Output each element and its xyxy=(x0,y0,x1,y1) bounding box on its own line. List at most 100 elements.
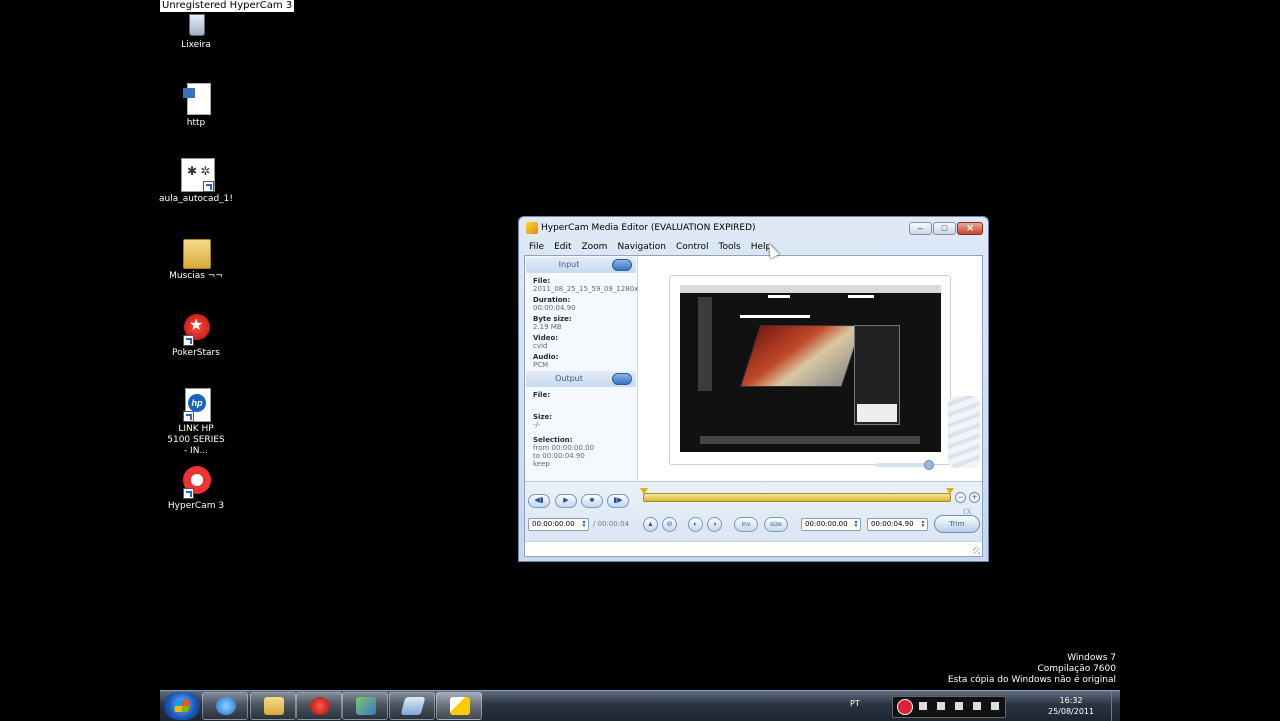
desktop-icon-label: LINK HP 5100 SERIES - IN... xyxy=(167,424,225,456)
taskbar-hypercam-editor[interactable] xyxy=(436,692,482,720)
trim-label: Trim xyxy=(949,520,965,528)
desktop-icon-http[interactable]: http xyxy=(158,82,234,129)
close-button[interactable]: ✕ xyxy=(957,222,983,235)
menu-control[interactable]: Control xyxy=(671,239,714,255)
network-icon xyxy=(356,697,376,715)
stop-icon: ■ xyxy=(589,497,595,504)
pause-icon[interactable] xyxy=(919,702,927,710)
preview-volume-slider[interactable] xyxy=(876,460,934,470)
selection-end-marker[interactable] xyxy=(946,488,954,494)
go-up-button[interactable]: ▲ xyxy=(643,517,658,532)
maximize-button[interactable]: □ xyxy=(933,222,956,235)
info-panel: Input File: 2011_08_25_15_59_09_1280x9 Du… xyxy=(525,256,643,481)
window-app-icon xyxy=(400,697,426,715)
system-clock[interactable]: 16:32 25/08/2011 xyxy=(1048,695,1094,717)
resize-grip[interactable] xyxy=(973,547,980,554)
window-title: HyperCam Media Editor (EVALUATION EXPIRE… xyxy=(541,223,756,233)
start-button[interactable] xyxy=(164,692,200,720)
open-input-button[interactable] xyxy=(612,259,632,271)
pokerstars-icon: ★ xyxy=(179,312,213,346)
plus-icon: + xyxy=(971,492,978,502)
stop-button[interactable]: ■ xyxy=(581,494,603,508)
output-section-header: Output xyxy=(526,371,636,387)
menu-zoom[interactable]: Zoom xyxy=(577,239,613,255)
invert-selection-button[interactable]: inv xyxy=(734,517,758,532)
stop-icon[interactable] xyxy=(937,702,945,710)
folder-icon xyxy=(264,697,284,715)
desktop-icon-label: aula_autocad_1! xyxy=(159,194,233,204)
taskbar-pokerstars[interactable] xyxy=(296,692,342,720)
taskbar-network[interactable] xyxy=(342,692,388,720)
size-button[interactable]: size xyxy=(764,517,788,532)
maximize-icon: □ xyxy=(941,223,948,233)
clear-button[interactable]: ⊘ xyxy=(662,517,677,532)
windows-activation-notice: Windows 7 Compilação 7600 Esta cópia do … xyxy=(947,653,1116,685)
hypercam-watermark: Unregistered HyperCam 3 xyxy=(160,0,295,12)
desktop-icon-aula-autocad[interactable]: ✱ ✲ aula_autocad_1! xyxy=(158,158,234,205)
minimize-button[interactable]: – xyxy=(909,222,932,235)
total-duration: / 00:00:04 xyxy=(593,520,630,528)
folder-icon xyxy=(179,235,213,269)
desktop-icon-label: HyperCam 3 xyxy=(167,501,225,511)
desktop-icon-recycle-bin[interactable]: Lixeira xyxy=(158,12,234,51)
desktop-icon-hypercam[interactable]: HyperCam 3 xyxy=(158,465,234,512)
desktop-icon-label: Lixeira xyxy=(181,40,211,50)
prev-frame-button[interactable]: ◀▮ xyxy=(528,494,550,508)
output-header-label: Output xyxy=(555,374,583,383)
selection-start-field[interactable]: 00:00:00.00 ▲ ▼ xyxy=(801,518,861,531)
internet-explorer-icon xyxy=(216,697,236,715)
input-video-field: Video: cvid xyxy=(533,334,559,350)
input-section-header: Input xyxy=(526,257,636,273)
input-audio-field: Audio: PCM xyxy=(533,353,559,369)
selection-end-field[interactable]: 00:00:04.90 ▲ ▼ xyxy=(867,518,928,531)
status-bar xyxy=(525,541,982,556)
window-icon[interactable] xyxy=(991,702,999,710)
preview-area xyxy=(638,256,982,481)
position-time-field[interactable]: 00:00:00.00 ▲ ▼ xyxy=(528,518,589,531)
taskbar-app[interactable] xyxy=(389,692,435,720)
region-icon[interactable] xyxy=(955,702,963,710)
desktop-icon-label: Muscias ¬¬ xyxy=(169,271,223,281)
menu-navigation[interactable]: Navigation xyxy=(612,239,671,255)
media-editor-window: HyperCam Media Editor (EVALUATION EXPIRE… xyxy=(518,216,989,562)
next-frame-button[interactable]: ▮▶ xyxy=(607,494,629,508)
zoom-in-button[interactable]: + xyxy=(969,492,980,503)
title-bar[interactable]: HyperCam Media Editor (EVALUATION EXPIRE… xyxy=(519,217,988,239)
trim-button[interactable]: Trim xyxy=(934,515,980,533)
timeline-track[interactable] xyxy=(640,488,954,502)
save-output-button[interactable] xyxy=(612,373,632,385)
desktop-icon-hp-link[interactable]: hp LINK HP 5100 SERIES - IN... xyxy=(158,388,234,457)
output-selection-field: Selection: from 00:00:00.00 to 00:00:04.… xyxy=(533,436,595,468)
menu-file[interactable]: File xyxy=(524,239,549,255)
input-header-label: Input xyxy=(558,260,580,269)
show-desktop-button[interactable] xyxy=(1111,691,1120,721)
play-button[interactable]: ▶ xyxy=(555,494,577,508)
desktop-icon-label: PokerStars xyxy=(172,348,220,358)
video-preview[interactable] xyxy=(680,285,941,452)
autocad-file-icon: ✱ ✲ xyxy=(179,158,215,192)
taskbar-explorer[interactable] xyxy=(250,692,296,720)
mark-in-button[interactable]: ◐ xyxy=(688,517,703,532)
hypercam-app-icon xyxy=(526,222,538,234)
up-arrow-icon: ▲ xyxy=(647,521,654,528)
pokerstars-icon xyxy=(310,697,330,715)
taskbar-internet-explorer[interactable] xyxy=(202,692,248,720)
desktop-icon-muscias[interactable]: Muscias ¬¬ xyxy=(158,235,234,282)
settings-icon[interactable] xyxy=(973,702,981,710)
minus-icon: − xyxy=(957,492,964,502)
preview-frame xyxy=(669,275,951,470)
menu-bar: File Edit Zoom Navigation Control Tools … xyxy=(524,239,983,255)
menu-edit[interactable]: Edit xyxy=(549,239,576,255)
mark-out-icon: ◑ xyxy=(712,521,717,528)
record-icon[interactable] xyxy=(897,699,913,715)
skip-forward-icon: ▮▶ xyxy=(613,497,623,504)
language-indicator[interactable]: PT xyxy=(850,699,860,708)
hypercam-tray-controls xyxy=(892,696,1006,718)
document-icon xyxy=(179,82,213,116)
zoom-out-button[interactable]: − xyxy=(955,492,966,503)
selection-start-marker[interactable] xyxy=(640,488,648,494)
taskbar: PT 16:32 25/08/2011 xyxy=(160,690,1120,721)
mark-out-button[interactable]: ◑ xyxy=(707,517,722,532)
desktop-icon-pokerstars[interactable]: ★ PokerStars xyxy=(158,312,234,359)
menu-tools[interactable]: Tools xyxy=(714,239,746,255)
